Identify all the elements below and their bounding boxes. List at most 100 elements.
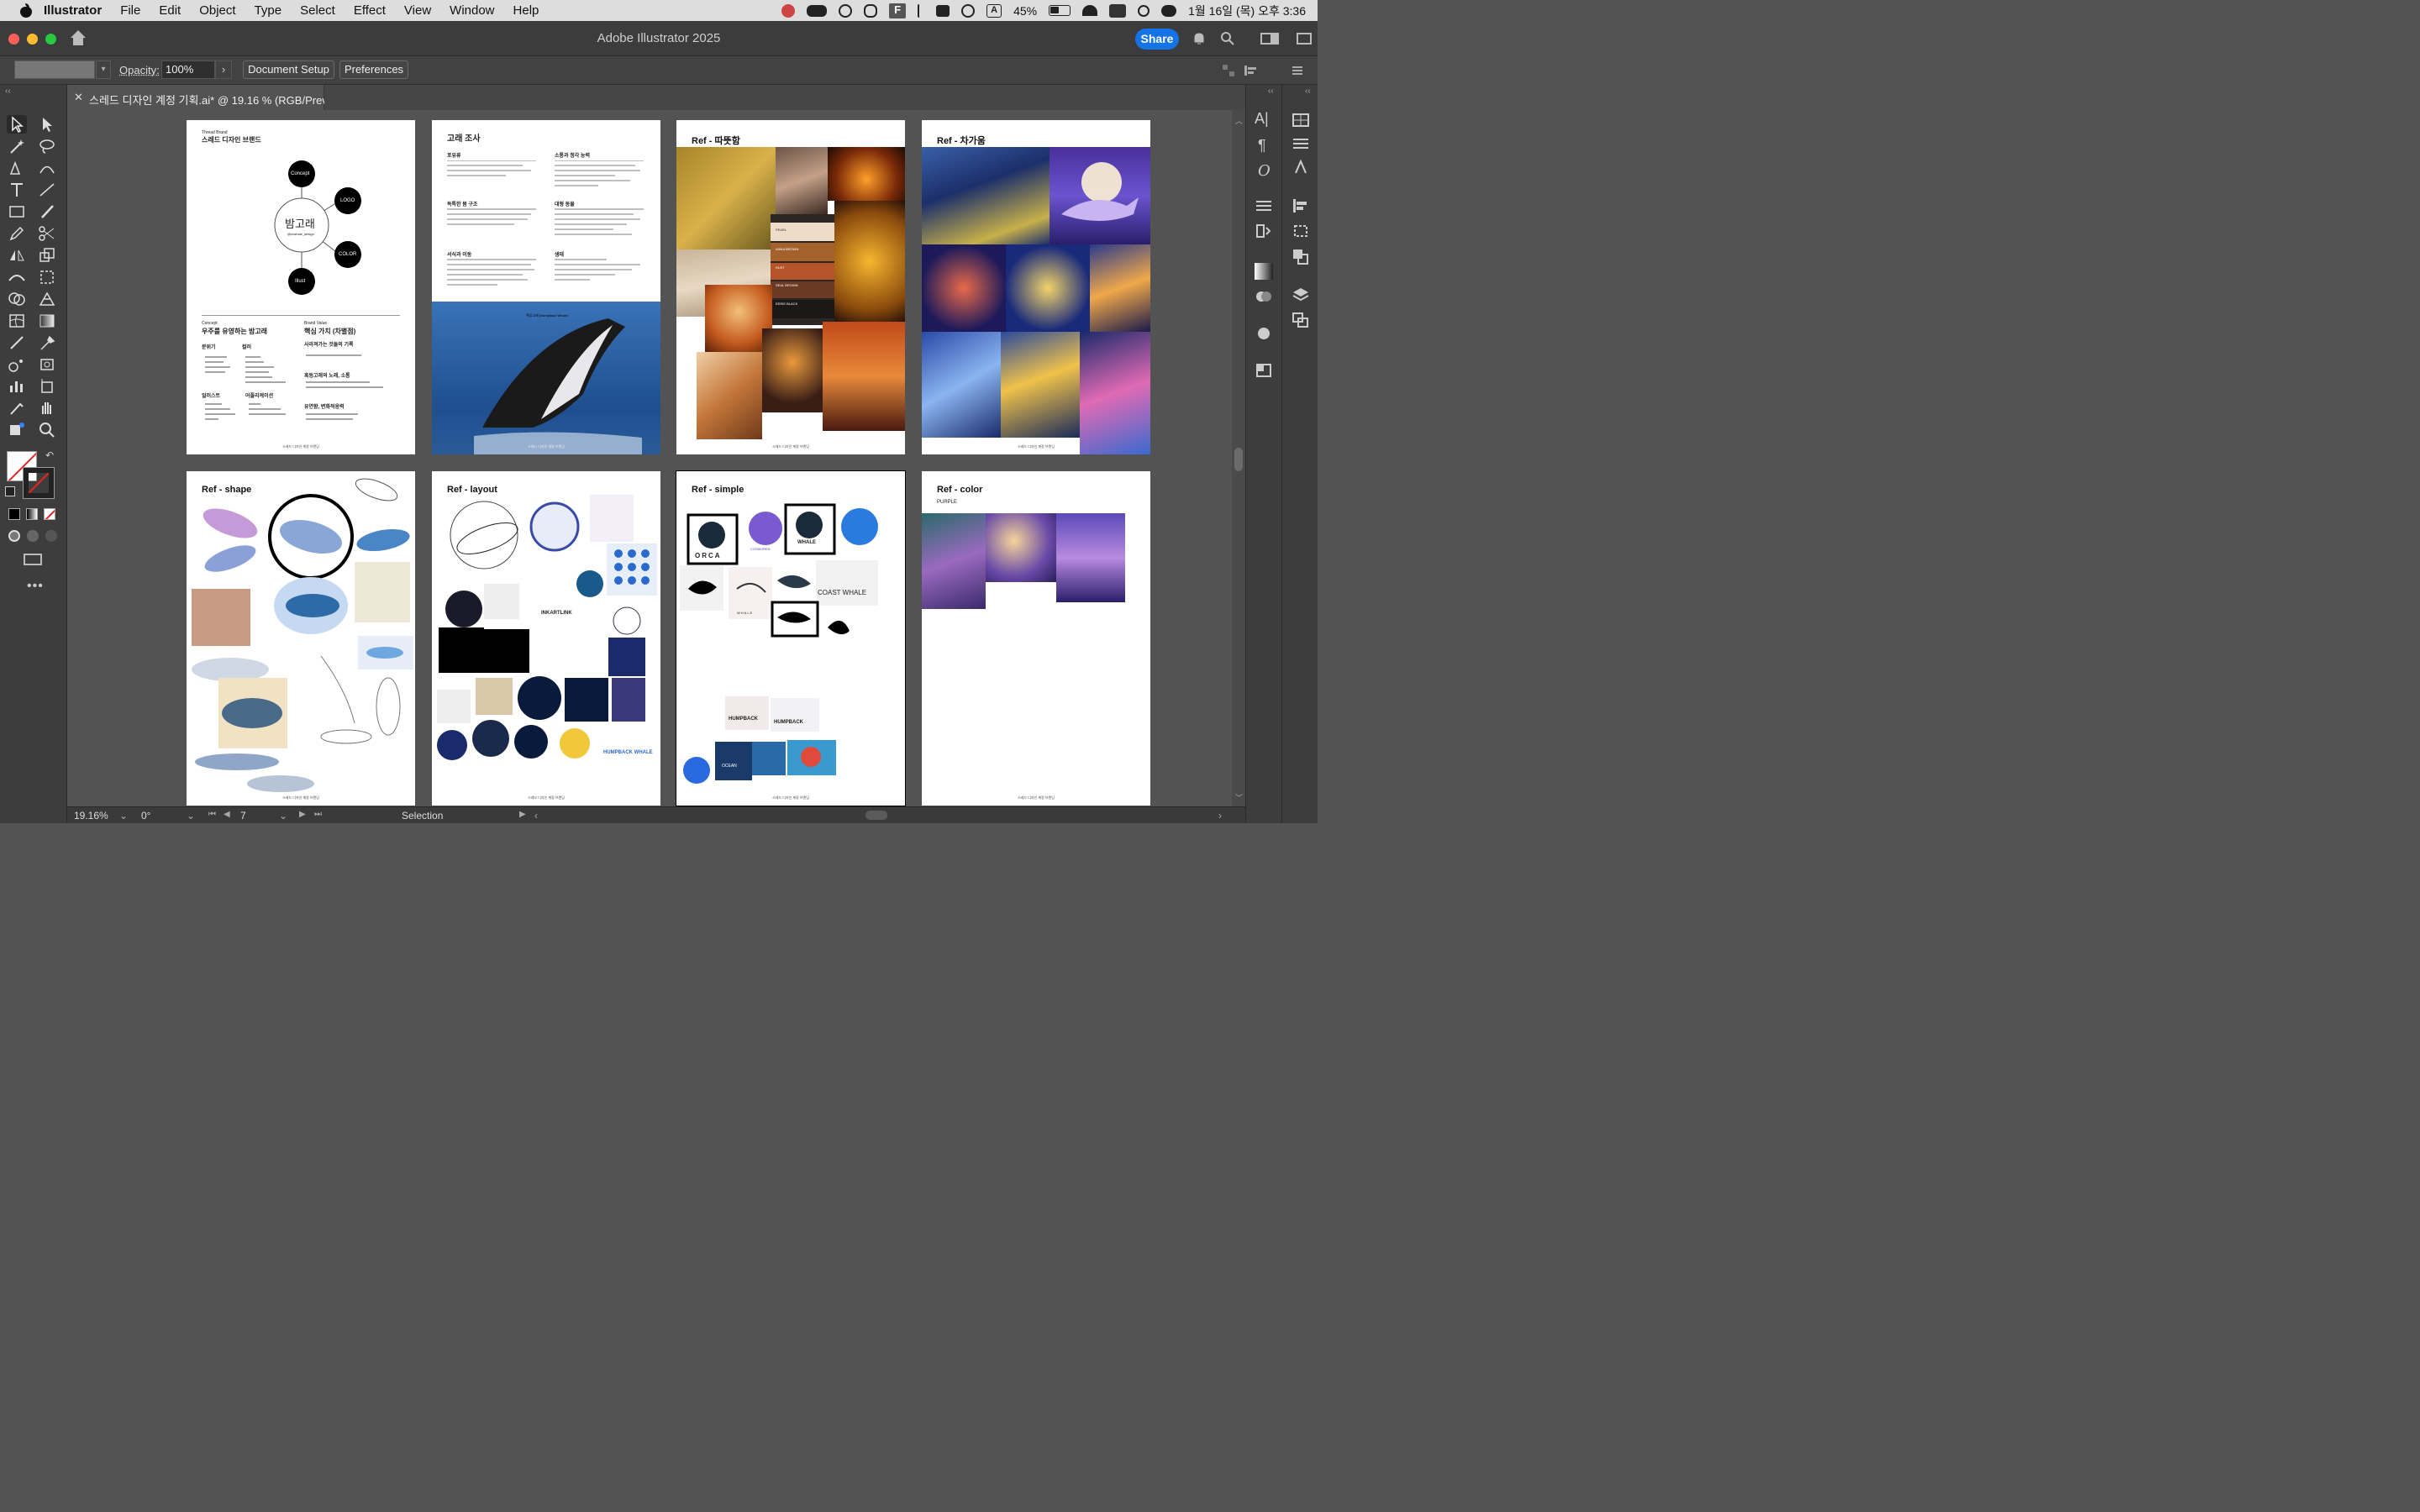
- more-tools-icon[interactable]: •••: [27, 579, 44, 594]
- artboard-ref-warm[interactable]: Ref - 따뜻함 PEARL ANNA BROWN RUST SEAL BRO…: [676, 120, 905, 454]
- line-tool-icon[interactable]: [37, 181, 57, 199]
- apple-icon[interactable]: [20, 3, 32, 18]
- menu-lines-icon[interactable]: [1291, 64, 1304, 77]
- play-icon[interactable]: [961, 3, 976, 18]
- previous-artboard-icon[interactable]: ◀: [224, 810, 230, 819]
- graphic-style-swatch[interactable]: [14, 60, 95, 79]
- close-tab-icon[interactable]: ✕: [74, 91, 83, 104]
- workspace-icon[interactable]: [1260, 31, 1279, 46]
- artboard-zoom-tool-icon[interactable]: [37, 355, 57, 374]
- menu-window[interactable]: Window: [450, 3, 494, 18]
- menu-type[interactable]: Type: [255, 3, 282, 18]
- artboard-ref-color[interactable]: Ref - color PURPLE 스레드 디자인 계정 브랜딩: [922, 471, 1150, 806]
- dots-icon[interactable]: [807, 4, 828, 17]
- swap-fill-stroke-icon[interactable]: ↶: [45, 449, 54, 461]
- color-mode-icon[interactable]: [8, 508, 20, 520]
- rotation-dropdown-icon[interactable]: ⌄: [187, 810, 195, 822]
- brushes-panel-icon[interactable]: [1292, 135, 1310, 152]
- wifi-icon[interactable]: [1082, 5, 1098, 16]
- menu-select[interactable]: Select: [300, 3, 335, 18]
- document-tab[interactable]: ✕ 스레드 디자인 계정 기획.ai* @ 19.16 % (RGB/Previ…: [67, 85, 348, 110]
- zoom-dropdown-icon[interactable]: ⌄: [119, 810, 128, 822]
- blend-tool-icon[interactable]: [7, 333, 27, 352]
- artboard-ref-layout[interactable]: Ref - layout INKARTLINK HUMPBACK WHALE 스…: [432, 471, 660, 806]
- sync-icon[interactable]: [839, 3, 853, 18]
- artboard-ref-simple[interactable]: Ref - simple ORCA COSMOREN WHALE COAST W…: [676, 470, 906, 806]
- artboard-dropdown-icon[interactable]: ⌄: [279, 810, 287, 822]
- zoom-tool-icon[interactable]: [37, 421, 57, 439]
- artboards-panel-icon[interactable]: [1292, 312, 1310, 328]
- user-icon[interactable]: [1109, 3, 1127, 18]
- gradient-panel-icon[interactable]: [1255, 263, 1273, 280]
- next-artboard-icon[interactable]: ▶: [299, 810, 306, 819]
- symbols-panel-icon[interactable]: [1292, 159, 1310, 176]
- none-mode-icon[interactable]: [44, 508, 55, 520]
- menu-object[interactable]: Object: [199, 3, 235, 18]
- selection-tool-icon[interactable]: [7, 115, 27, 134]
- align-panel-icon[interactable]: [1292, 197, 1310, 214]
- scroll-left-icon[interactable]: ‹: [534, 810, 538, 822]
- pen-status-icon[interactable]: [864, 3, 878, 18]
- first-artboard-icon[interactable]: ⏮: [208, 810, 216, 819]
- layers-mini-panel-icon[interactable]: [1255, 223, 1273, 239]
- opentype-panel-icon[interactable]: O: [1258, 162, 1276, 180]
- appearance-panel-icon[interactable]: [1255, 325, 1273, 342]
- artboard-ref-cool[interactable]: Ref - 차가움 스레드 디자인 계정 브랜딩: [922, 120, 1150, 454]
- direct-selection-tool-icon[interactable]: [37, 115, 57, 134]
- artboard-research[interactable]: 고래 조사 포유류 소통과 청각 능력 독특한 몸 구조 대형 동물 서식과 이…: [432, 120, 660, 454]
- opacity-label[interactable]: Opacity:: [119, 64, 160, 76]
- scroll-right-icon[interactable]: ›: [1218, 810, 1222, 822]
- transparency-panel-icon[interactable]: [1255, 288, 1273, 305]
- magic-wand-tool-icon[interactable]: [7, 137, 27, 155]
- vertical-scrollbar[interactable]: ︿ ﹀: [1232, 110, 1245, 806]
- collapse-dock-icon-2[interactable]: ‹‹: [1305, 87, 1311, 96]
- chevron-right-icon[interactable]: ›: [215, 60, 232, 79]
- rectangle-tool-icon[interactable]: [7, 202, 27, 221]
- paintbrush-tool-icon[interactable]: [37, 202, 57, 221]
- artboard-brand[interactable]: Thread Brand 스레드 디자인 브랜드 밤고래 @mwhale_des…: [187, 120, 415, 454]
- pen-tool-icon[interactable]: [7, 159, 27, 177]
- artboard-number[interactable]: 7: [240, 810, 246, 822]
- shape-builder-tool-icon[interactable]: [7, 290, 27, 308]
- collapse-dock-icon[interactable]: ‹‹: [1268, 87, 1274, 96]
- bluetooth-icon[interactable]: [918, 3, 924, 18]
- scroll-down-icon[interactable]: ﹀: [1235, 792, 1243, 803]
- notification-app-icon[interactable]: [781, 3, 796, 18]
- scissors-tool-icon[interactable]: [37, 224, 57, 243]
- curvature-tool-icon[interactable]: [37, 159, 57, 177]
- menu-view[interactable]: View: [404, 3, 431, 18]
- default-fill-stroke-icon[interactable]: [5, 486, 15, 496]
- chevron-down-icon[interactable]: ▾: [96, 60, 111, 79]
- bell-icon[interactable]: [1192, 31, 1207, 46]
- opacity-input[interactable]: 100%: [161, 60, 215, 79]
- menu-effect[interactable]: Effect: [354, 3, 386, 18]
- layers-panel-icon[interactable]: [1292, 286, 1310, 303]
- lasso-tool-icon[interactable]: [37, 137, 57, 155]
- properties-panel-icon[interactable]: [1255, 197, 1273, 214]
- collapse-panel-icon[interactable]: ‹‹: [5, 87, 11, 96]
- share-button[interactable]: Share: [1135, 29, 1179, 50]
- zoom-level[interactable]: 19.16%: [74, 810, 108, 822]
- width-tool-icon[interactable]: [7, 268, 27, 286]
- gradient-mode-icon[interactable]: [26, 508, 38, 520]
- reflect-tool-icon[interactable]: [7, 246, 27, 265]
- type-tool-icon[interactable]: [7, 181, 27, 199]
- perspective-grid-tool-icon[interactable]: [37, 290, 57, 308]
- menu-file[interactable]: File: [120, 3, 140, 18]
- paragraph-panel-icon[interactable]: ¶: [1258, 137, 1276, 154]
- scroll-thumb[interactable]: [1234, 448, 1243, 471]
- transform-panel-icon[interactable]: [1292, 223, 1310, 239]
- search-icon[interactable]: [1220, 31, 1235, 46]
- last-artboard-icon[interactable]: ⏭: [314, 810, 322, 819]
- scale-tool-icon[interactable]: [37, 246, 57, 265]
- menu-edit[interactable]: Edit: [159, 3, 181, 18]
- slice-tool-icon[interactable]: [7, 399, 27, 417]
- clock[interactable]: 1월 16일 (목) 오후 3:36: [1188, 3, 1306, 19]
- swatches-panel-icon[interactable]: [1292, 112, 1310, 129]
- preferences-button[interactable]: Preferences: [339, 60, 408, 79]
- artboard-tool-icon[interactable]: [37, 377, 57, 396]
- f-app-icon[interactable]: F: [889, 3, 907, 18]
- character-panel-icon[interactable]: A|: [1255, 110, 1273, 127]
- status-menu-icon[interactable]: ▶: [519, 810, 526, 819]
- stroke-swatch[interactable]: [23, 467, 55, 499]
